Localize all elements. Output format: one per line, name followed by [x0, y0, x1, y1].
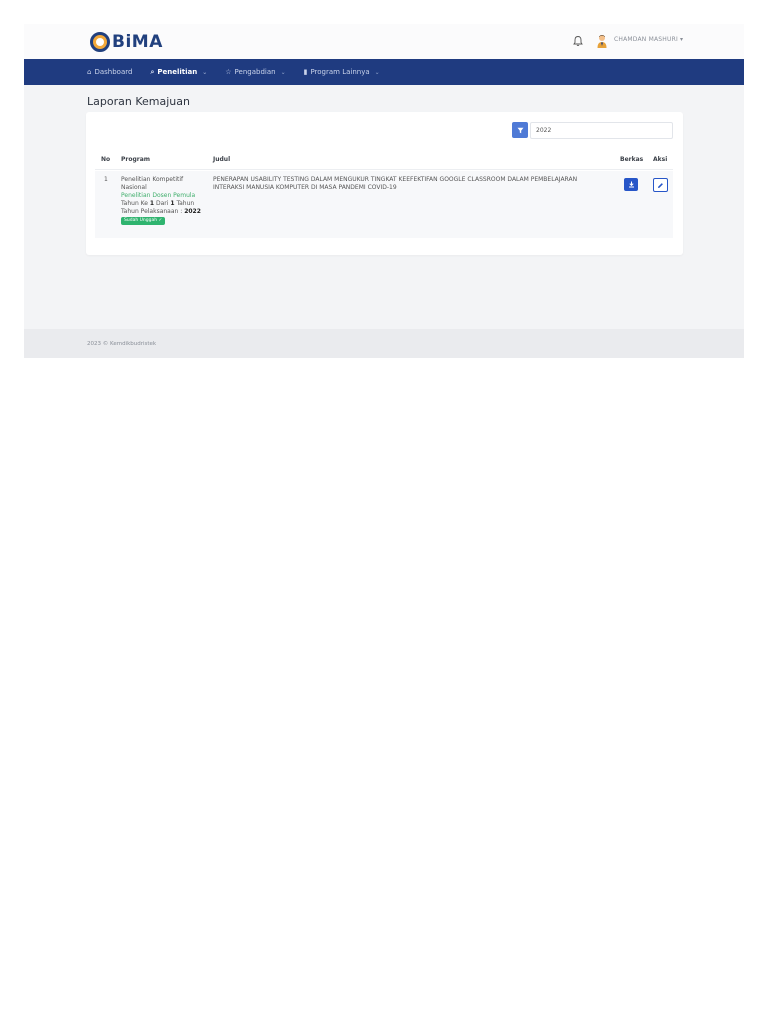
row-number: 1 — [104, 176, 108, 183]
top-header: BiMA CHAMDAN MASHURI ▾ — [24, 24, 744, 59]
footer-copyright: 2023 © Kemdikbudristek — [87, 341, 157, 347]
nav-pengabdian-label: Pengabdian — [234, 68, 276, 76]
program-name-line2: Nasional — [121, 184, 147, 191]
table-row: 1 Penelitian Kompetitif Nasional Penelit… — [95, 171, 673, 238]
tahun-pelaksanaan: Tahun Pelaksanaan : 2022 — [121, 208, 207, 216]
pelaksanaan-label: Tahun Pelaksanaan : — [121, 208, 185, 215]
col-header-aksi: Aksi — [653, 156, 668, 163]
year-filter-input[interactable]: 2022 — [530, 122, 673, 139]
pencil-icon — [658, 182, 663, 188]
table-header: No Program Judul Berkas Aksi — [95, 148, 673, 170]
logo-text: BiMA — [112, 32, 163, 52]
logo[interactable]: BiMA — [90, 32, 163, 52]
user-name: CHAMDAN MASHURI — [614, 36, 678, 43]
bell-icon[interactable] — [572, 35, 584, 47]
filter-icon — [517, 127, 523, 133]
search-icon: ⌕ — [150, 67, 155, 76]
sub-program: Penelitian Dosen Pemula — [121, 192, 196, 199]
nav-dashboard[interactable]: ⌂ Dashboard — [87, 68, 132, 76]
tahun-suffix: Tahun — [174, 200, 195, 207]
nav-program-lainnya-label: Program Lainnya — [310, 68, 370, 76]
program-name: Penelitian Kompetitif — [121, 176, 184, 183]
avatar[interactable] — [596, 34, 608, 48]
user-menu[interactable]: CHAMDAN MASHURI ▾ — [614, 36, 683, 43]
chevron-down-icon: ⌄ — [280, 68, 286, 76]
page-title: Laporan Kemajuan — [87, 95, 190, 108]
app-window: BiMA CHAMDAN MASHURI ▾ ⌂ Dashboard ⌕ Pen… — [24, 24, 744, 358]
home-icon: ⌂ — [87, 68, 92, 76]
tahun-ke: Tahun Ke 1 Dari 1 Tahun — [121, 200, 207, 208]
col-header-judul: Judul — [213, 156, 231, 163]
report-table: No Program Judul Berkas Aksi 1 Penelitia… — [95, 148, 673, 238]
user-caret-icon: ▾ — [680, 36, 684, 43]
nav-pengabdian[interactable]: ☆ Pengabdian ⌄ — [225, 68, 285, 76]
download-icon — [628, 181, 634, 188]
nav-program-lainnya[interactable]: ▮ Program Lainnya ⌄ — [304, 68, 380, 76]
logo-mark-icon — [90, 32, 110, 52]
nav-dashboard-label: Dashboard — [94, 68, 133, 76]
edit-button[interactable] — [653, 178, 668, 192]
report-card: 2022 No Program Judul Berkas Aksi 1 Pene… — [86, 112, 683, 255]
col-header-berkas: Berkas — [620, 156, 644, 163]
program-cell: Penelitian Kompetitif Nasional Penelitia… — [121, 176, 207, 225]
tahun-ke-prefix: Tahun Ke — [121, 200, 150, 207]
pelaksanaan-value: 2022 — [184, 208, 201, 215]
col-header-no: No — [101, 156, 111, 163]
col-header-program: Program — [121, 156, 151, 163]
main-nav: ⌂ Dashboard ⌕ Penelitian ⌄ ☆ Pengabdian … — [24, 59, 744, 85]
tahun-dari: Dari — [154, 200, 171, 207]
document-icon: ▮ — [303, 68, 308, 76]
download-button[interactable] — [624, 178, 638, 191]
status-badge: Sudah Unggah ✓ — [121, 217, 166, 225]
nav-penelitian-label: Penelitian — [157, 68, 198, 76]
filter-button[interactable] — [512, 122, 528, 138]
judul-cell: PENERAPAN USABILITY TESTING DALAM MENGUK… — [213, 176, 578, 191]
chevron-down-icon: ⌄ — [202, 68, 208, 76]
nav-penelitian[interactable]: ⌕ Penelitian ⌄ — [150, 68, 207, 77]
chevron-down-icon: ⌄ — [374, 68, 380, 76]
footer: 2023 © Kemdikbudristek — [24, 329, 744, 358]
star-icon: ☆ — [225, 68, 232, 76]
